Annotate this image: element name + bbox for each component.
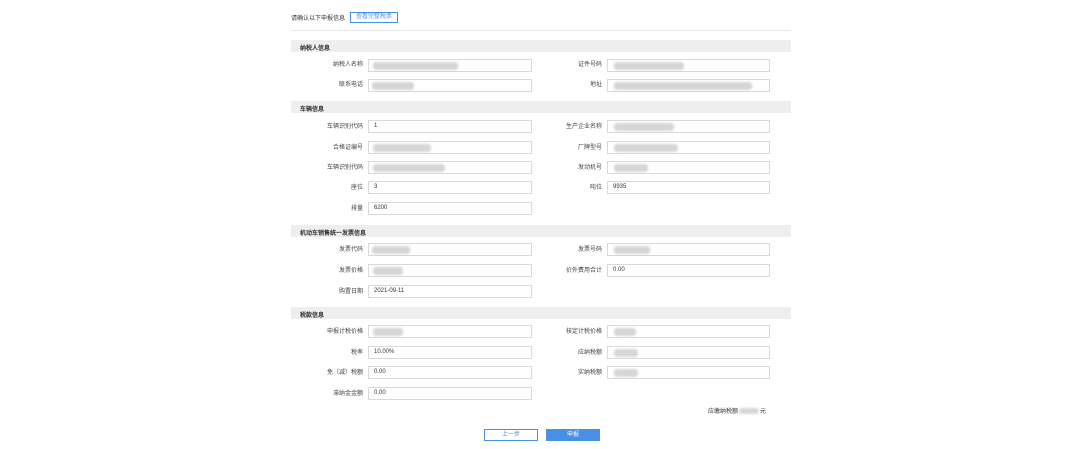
section-title: 纳税人信息 (300, 46, 331, 52)
section-title: 车辆信息 (300, 107, 325, 113)
section-title: 机动车销售统一发票信息 (300, 231, 367, 237)
manufacturer-label: 生产企业名称 (565, 124, 602, 130)
confirm-note: 请确认以下申报信息 查看完整税票 (291, 12, 399, 23)
engine-number-label: 发动机号 (577, 165, 602, 171)
tonnage-label: 吨位 (589, 185, 602, 191)
declared-price-label: 申报计税价格 (326, 329, 363, 335)
address-label: 地址 (589, 82, 602, 88)
tax-payable-label: 应纳税额 (577, 350, 602, 356)
displacement-label: 排量 (350, 206, 363, 212)
section-taxpayer: 纳税人信息 (291, 40, 791, 52)
certificate-number-field[interactable] (368, 141, 532, 154)
assessed-price-field[interactable] (607, 325, 770, 338)
late-fee-label: 滞纳金金额 (332, 391, 363, 397)
id-number-label: 证件号码 (577, 62, 602, 68)
tax-reduction-label: 免（减）税额 (326, 370, 363, 376)
section-tax: 税款信息 (291, 307, 791, 319)
actual-tax-field[interactable] (607, 366, 770, 379)
invoice-price-label: 发票价格 (338, 268, 363, 274)
confirm-note-text: 请确认以下申报信息 (291, 16, 346, 22)
submit-declaration-button[interactable]: 申报 (546, 429, 600, 441)
taxpayer-name-label: 纳税人名称 (332, 62, 363, 68)
seats-label: 座位 (350, 185, 363, 191)
brand-model-field[interactable] (607, 141, 770, 154)
extra-fees-label: 价外费用合计 (565, 268, 602, 274)
purchase-date-label: 购置日期 (338, 289, 363, 295)
vehicle-id-code-field[interactable]: 1 (368, 120, 532, 133)
invoice-number-field[interactable] (607, 243, 770, 256)
vin-field[interactable] (368, 161, 532, 174)
assessed-price-label: 核定计税价格 (565, 329, 602, 335)
certificate-number-label: 合格证编号 (332, 145, 363, 151)
vehicle-id-code-label: 车辆识别代码 (326, 124, 363, 130)
section-invoice: 机动车销售统一发票信息 (291, 225, 791, 237)
purchase-date-field[interactable]: 2021-09-11 (368, 285, 532, 298)
section-title: 税款信息 (300, 313, 325, 319)
invoice-code-field[interactable] (368, 243, 532, 256)
previous-step-button[interactable]: 上一步 (484, 429, 538, 441)
taxpayer-name-field[interactable] (368, 59, 532, 72)
seats-field[interactable]: 3 (368, 181, 532, 194)
phone-field[interactable] (368, 79, 532, 92)
late-fee-field[interactable]: 0.00 (368, 387, 532, 400)
tax-reduction-field[interactable]: 0.00 (368, 366, 532, 379)
divider (291, 30, 791, 31)
manufacturer-field[interactable] (607, 120, 770, 133)
address-field[interactable] (607, 79, 770, 92)
tax-rate-label: 税率 (350, 350, 363, 356)
total-payable: 应缴纳税额 元 (708, 406, 766, 415)
engine-number-field[interactable] (607, 161, 770, 174)
phone-label: 联系电话 (338, 82, 363, 88)
section-vehicle: 车辆信息 (291, 101, 791, 113)
displacement-field[interactable]: 6200 (368, 202, 532, 215)
extra-fees-field[interactable]: 0.00 (607, 264, 770, 277)
invoice-number-label: 发票号码 (577, 247, 602, 253)
tax-payable-field[interactable] (607, 346, 770, 359)
view-full-ticket-button[interactable]: 查看完整税票 (350, 12, 399, 23)
tax-rate-field[interactable]: 10.00% (368, 346, 532, 359)
vin-label: 车辆识别代码 (326, 165, 363, 171)
tonnage-field[interactable]: 9935 (607, 181, 770, 194)
invoice-code-label: 发票代码 (338, 247, 363, 253)
invoice-price-field[interactable] (368, 264, 532, 277)
redacted-amount (739, 408, 760, 414)
total-payable-label: 应缴纳税额 (708, 409, 739, 415)
brand-model-label: 厂牌型号 (577, 145, 602, 151)
id-number-field[interactable] (607, 59, 770, 72)
actual-tax-label: 实纳税额 (577, 370, 602, 376)
currency-unit: 元 (760, 409, 767, 415)
declared-price-field[interactable] (368, 325, 532, 338)
